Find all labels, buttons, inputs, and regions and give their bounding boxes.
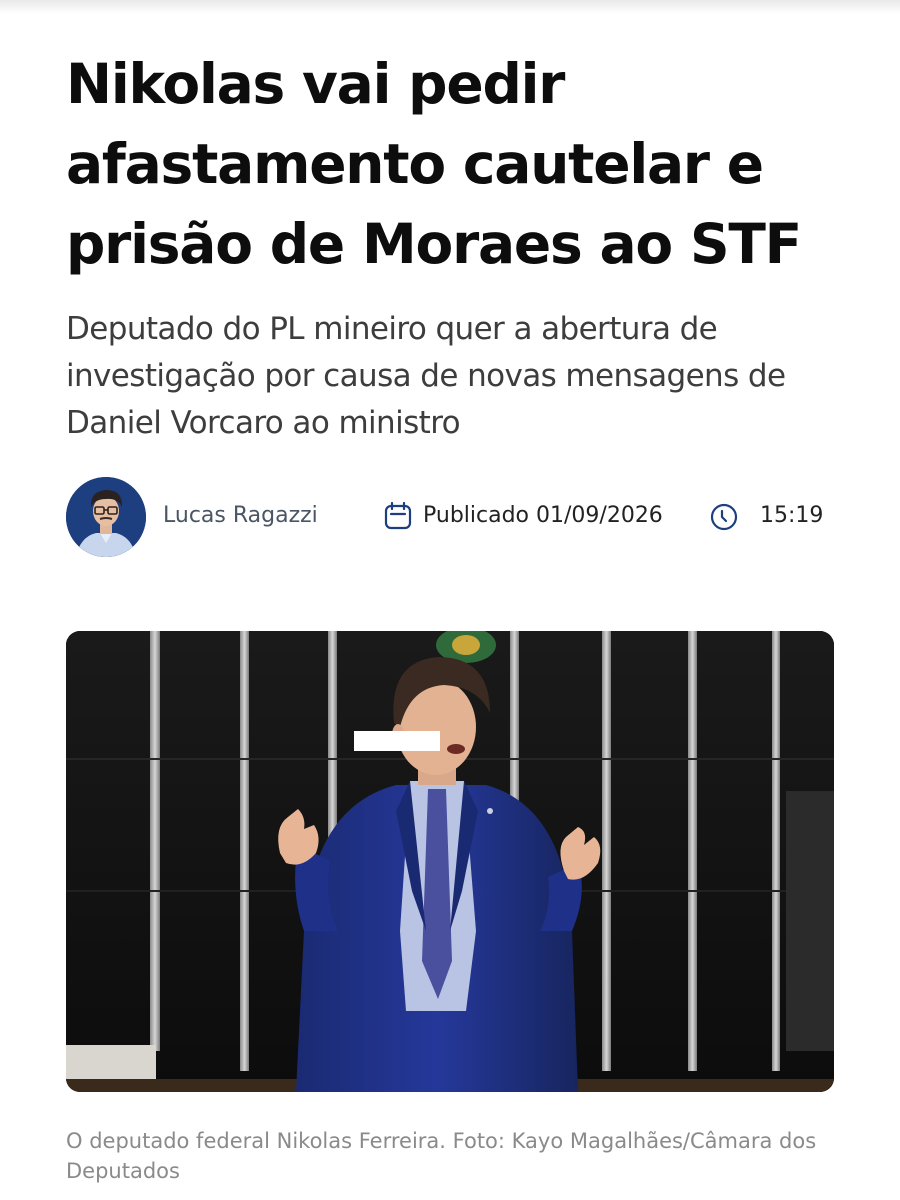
article-meta: Lucas Ragazzi Publicado 01/09/2026 15:19	[66, 477, 846, 557]
calendar-icon	[384, 501, 412, 531]
author-avatar[interactable]	[66, 477, 146, 557]
article-photo-image	[66, 631, 834, 1092]
clock-icon	[709, 502, 739, 532]
author-name-link[interactable]: Lucas Ragazzi	[163, 503, 318, 528]
author-avatar-image	[66, 477, 146, 557]
article-photo[interactable]	[66, 631, 834, 1092]
article-subtitle: Deputado do PL mineiro quer a abertura d…	[66, 311, 786, 441]
published-date: Publicado 01/09/2026	[423, 503, 663, 528]
article-headline: Nikolas vai pedir afastamento cautelar e…	[66, 52, 802, 276]
photo-caption: O deputado federal Nikolas Ferreira. Fot…	[66, 1129, 817, 1183]
top-edge-shadow	[0, 0, 900, 14]
published-time: 15:19	[760, 503, 824, 528]
